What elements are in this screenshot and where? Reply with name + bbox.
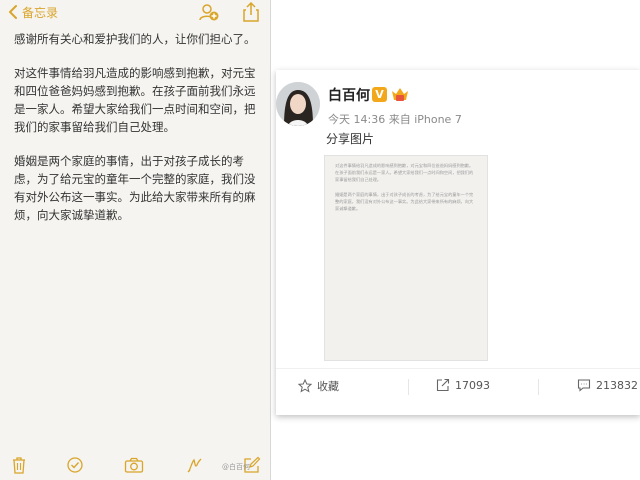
vip-crown-icon [392, 88, 408, 101]
comment-icon [577, 379, 591, 392]
notes-app: 备忘录 感谢所有关心和爱护我们的人，让你们担心了。 对这件事情给羽凡造成的影响感… [0, 0, 271, 480]
repost-count: 17093 [455, 378, 490, 392]
divider [538, 379, 539, 395]
post-actions: 收藏 17093 213832 [276, 368, 640, 405]
star-icon [298, 379, 312, 393]
checklist-icon[interactable] [66, 456, 84, 474]
image-paragraph: 对这件事情给羽凡造成的影响感到抱歉，对元宝和四位爸爸妈妈感到抱歉。在孩子面前我们… [335, 163, 474, 183]
comment-button[interactable]: 213832 [577, 378, 638, 392]
camera-icon[interactable] [124, 456, 144, 474]
favorite-label: 收藏 [317, 380, 339, 393]
watermark: @白百何 [222, 463, 250, 471]
back-label: 备忘录 [22, 5, 59, 20]
notes-navbar: 备忘录 [0, 0, 270, 26]
post-image[interactable]: 对这件事情给羽凡造成的影响感到抱歉，对元宝和四位爸爸妈妈感到抱歉。在孩子面前我们… [324, 155, 488, 361]
chevron-left-icon [9, 5, 17, 19]
post-text: 分享图片 [326, 132, 375, 146]
post-image-text: 对这件事情给羽凡造成的影响感到抱歉，对元宝和四位爸爸妈妈感到抱歉。在孩子面前我们… [335, 162, 477, 219]
comment-count: 213832 [596, 378, 638, 392]
username[interactable]: 白百何 [328, 85, 370, 105]
sketch-icon[interactable] [186, 456, 204, 474]
repost-icon [436, 378, 450, 392]
note-body[interactable]: 感谢所有关心和爱护我们的人，让你们担心了。 对这件事情给羽凡造成的影响感到抱歉，… [14, 30, 262, 240]
back-button[interactable]: 备忘录 [6, 3, 58, 21]
post-meta: 今天 14:36 来自 iPhone 7 [328, 113, 462, 126]
share-icon[interactable] [240, 2, 262, 22]
note-paragraph: 婚姻是两个家庭的事情，出于对孩子成长的考虑，为了给元宝的童年一个完整的家庭，我们… [14, 154, 256, 222]
avatar-photo [276, 82, 320, 126]
favorite-button[interactable]: 收藏 [298, 378, 339, 394]
trash-icon[interactable] [10, 456, 28, 474]
add-person-icon[interactable] [198, 2, 220, 22]
note-paragraph: 感谢所有关心和爱护我们的人，让你们担心了。 [14, 32, 256, 46]
image-paragraph: 婚姻是两个家庭的事情，出于对孩子成长的考虑，为了给元宝的童年一个完整的家庭，我们… [335, 191, 474, 212]
repost-button[interactable]: 17093 [436, 378, 490, 392]
note-paragraph: 对这件事情给羽凡造成的影响感到抱歉，对元宝和四位爸爸妈妈感到抱歉。在孩子面前我们… [14, 66, 256, 134]
weibo-post-card: 白百何 V 今天 14:36 来自 iPhone 7 分享图片 对这件事情给羽凡… [276, 70, 640, 415]
divider [408, 379, 409, 395]
avatar[interactable] [276, 82, 320, 126]
verified-badge: V [372, 87, 387, 102]
